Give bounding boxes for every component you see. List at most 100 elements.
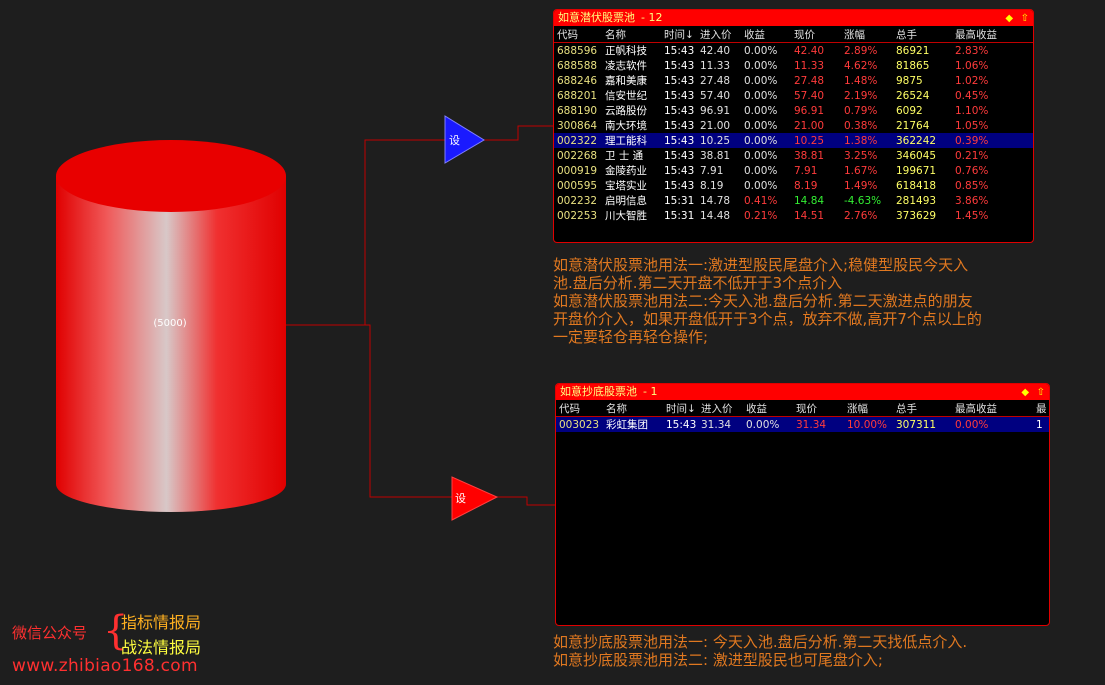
pool2-header-row: 代码 名称 时间↓ 进入价 收益 现价 涨幅 总手 最高收益最 <box>556 400 1049 417</box>
column-header[interactable]: 收益 <box>743 400 793 417</box>
cell-change: 1.38% <box>841 133 893 148</box>
cell-volume: 86921 <box>896 44 930 57</box>
cell-price: 8.19 <box>794 179 818 192</box>
cell-code: 000595 <box>557 179 598 192</box>
cell-price: 57.40 <box>794 89 825 102</box>
diamond-icon[interactable]: ◆ <box>1021 385 1029 401</box>
cell-time: 15:31 <box>664 194 695 207</box>
cell-gain: 0.00% <box>744 74 778 87</box>
column-header[interactable]: 代码 <box>554 26 602 43</box>
cell-price: 11.33 <box>794 59 825 72</box>
cell-change: 10.00% <box>844 416 893 432</box>
column-header[interactable]: 总手 <box>893 400 952 417</box>
cell-change: -4.63% <box>844 194 882 207</box>
cell-gain: 0.00% <box>744 89 778 102</box>
cell-change: 2.89% <box>844 44 878 57</box>
diamond-icon[interactable]: ◆ <box>1005 11 1013 27</box>
up-arrow-icon[interactable]: ⇧ <box>1037 385 1045 401</box>
cell-price: 42.40 <box>794 44 825 57</box>
cell-change: 2.19% <box>844 89 878 102</box>
website-link[interactable]: www.zhibiao168.com <box>12 656 198 676</box>
pool1-note-line: 如意潜伏股票池用法二:今天入池.盘后分析.第二天激进点的朋友 <box>553 292 973 310</box>
pool2-table: 代码 名称 时间↓ 进入价 收益 现价 涨幅 总手 最高收益最 003023 彩虹集团 15:43 3… <box>556 400 1049 432</box>
cell-code: 002322 <box>554 133 602 148</box>
cell-entry: 14.78 <box>700 194 731 207</box>
cell-price: 10.25 <box>791 133 841 148</box>
cell-max-gain: 0.39% <box>952 133 1033 148</box>
pool1-note-line: 开盘价介入，如果开盘低开于3个点，放弃不做,高开7个点以上的 <box>553 310 982 328</box>
cell-gain: 0.00% <box>741 133 791 148</box>
table-row[interactable]: 000595 宝塔实业 15:43 8.19 0.00% 8.19 1.49% 618418 0… <box>554 178 1033 193</box>
cell-max-gain: 1.05% <box>955 119 989 132</box>
up-arrow-icon[interactable]: ⇧ <box>1021 11 1029 27</box>
table-row[interactable]: 688190 云路股份 15:43 96.91 0.00% 96.91 0.79% 6092 1… <box>554 103 1033 118</box>
cell-change: 3.25% <box>844 149 878 162</box>
column-header[interactable]: 涨幅 <box>844 400 893 417</box>
pool2-note-line: 如意抄底股票池用法二: 激进型股民也可尾盘介入; <box>553 651 883 669</box>
cell-gain: 0.00% <box>744 104 778 117</box>
cell-code: 002253 <box>557 209 598 222</box>
cell-name: 卫 士 通 <box>605 150 644 162</box>
cell-entry: 8.19 <box>700 179 724 192</box>
column-header[interactable]: 最高收益 <box>952 26 1033 43</box>
column-header[interactable]: 时间↓ <box>661 26 697 43</box>
column-header[interactable]: 最高收益 <box>952 400 1033 417</box>
cell-name: 金陵药业 <box>605 165 647 177</box>
cell-time: 15:43 <box>664 89 695 102</box>
wechat-account-1: 指标情报局 <box>121 613 202 632</box>
column-header[interactable]: 现价 <box>791 26 841 43</box>
cell-price: 31.34 <box>793 416 844 432</box>
cell-volume: 307311 <box>893 416 952 432</box>
cell-gain: 0.00% <box>744 119 778 132</box>
pool1-panel: 如意潜伏股票池 - 12 ◆ ⇧ 代码 名称 时间↓ 进入价 收益 现价 涨幅 总手 最高收益 6… <box>553 9 1034 243</box>
cell-gain: 0.41% <box>744 194 778 207</box>
column-header[interactable]: 现价 <box>793 400 844 417</box>
cell-volume: 618418 <box>896 179 937 192</box>
wechat-label: 微信公众号 <box>12 624 88 642</box>
table-row[interactable]: 002322 理工能科 15:43 10.25 0.00% 10.25 1.38% 36224… <box>554 133 1033 148</box>
table-row[interactable]: 688246 嘉和美康 15:43 27.48 0.00% 27.48 1.48% 9875 1… <box>554 73 1033 88</box>
cell-max-gain: 1.02% <box>955 74 989 87</box>
table-row[interactable]: 688201 信安世纪 15:43 57.40 0.00% 57.40 2.19% 26524… <box>554 88 1033 103</box>
cell-max-gain: 0.76% <box>955 164 989 177</box>
cell-name: 启明信息 <box>605 195 647 207</box>
column-header[interactable]: 收益 <box>741 26 791 43</box>
cell-max-gain: 0.00% <box>952 416 1033 432</box>
table-row[interactable]: 300864 南大环境 15:43 21.00 0.00% 21.00 0.38% 21764… <box>554 118 1033 133</box>
cell-entry: 11.33 <box>700 59 731 72</box>
column-header[interactable]: 时间↓ <box>663 400 698 417</box>
table-row[interactable]: 688596 正帆科技 15:43 42.40 0.00% 42.40 2.89% 86921… <box>554 43 1033 59</box>
cell-time: 15:43 <box>664 74 695 87</box>
cell-gain: 0.00% <box>744 179 778 192</box>
table-row[interactable]: 003023 彩虹集团 15:43 31.34 0.00% 31.34 10.00% 3073… <box>556 416 1049 432</box>
column-header[interactable]: 进入价 <box>697 26 741 43</box>
pool2-count: - 1 <box>643 385 658 398</box>
pool2-note-line: 如意抄底股票池用法一: 今天入池.盘后分析.第二天找低点介入. <box>553 633 968 651</box>
table-row[interactable]: 688588 凌志软件 15:43 11.33 0.00% 11.33 4.62% 81865… <box>554 58 1033 73</box>
cell-code: 002232 <box>557 194 598 207</box>
table-row[interactable]: 002268 卫 士 通 15:43 38.81 0.00% 38.81 3.25% 3460… <box>554 148 1033 163</box>
cell-time: 15:43 <box>664 179 695 192</box>
table-row[interactable]: 002232 启明信息 15:31 14.78 0.41% 14.84 -4.63% 2814… <box>554 193 1033 208</box>
cell-entry: 7.91 <box>700 164 724 177</box>
table-row[interactable]: 000919 金陵药业 15:43 7.91 0.00% 7.91 1.67% 199671 0… <box>554 163 1033 178</box>
column-header[interactable]: 涨幅 <box>841 26 893 43</box>
column-header[interactable]: 代码 <box>556 400 603 417</box>
cell-volume: 346045 <box>896 149 937 162</box>
column-header[interactable]: 名称 <box>603 400 663 417</box>
cell-volume: 26524 <box>896 89 930 102</box>
table-row[interactable]: 002253 川大智胜 15:31 14.48 0.21% 14.51 2.76% 37362… <box>554 208 1033 223</box>
column-header[interactable]: 总手 <box>893 26 952 43</box>
cell-time: 15:43 <box>664 149 695 162</box>
cell-time: 15:43 <box>661 133 697 148</box>
cell-change: 1.67% <box>844 164 878 177</box>
column-header[interactable]: 最 <box>1033 400 1049 417</box>
cell-change: 2.76% <box>844 209 878 222</box>
cell-name: 理工能科 <box>602 133 661 148</box>
pool1-notes: 如意潜伏股票池用法一:激进型股民尾盘介入;稳健型股民今天入 池.盘后分析.第二天… <box>553 256 982 346</box>
cell-name: 凌志软件 <box>605 60 647 72</box>
column-header[interactable]: 名称 <box>602 26 661 43</box>
cell-max-gain: 1.45% <box>955 209 989 222</box>
column-header[interactable]: 进入价 <box>698 400 743 417</box>
pool1-note-line: 池.盘后分析.第二天开盘不低开于3个点介入 <box>553 274 843 292</box>
